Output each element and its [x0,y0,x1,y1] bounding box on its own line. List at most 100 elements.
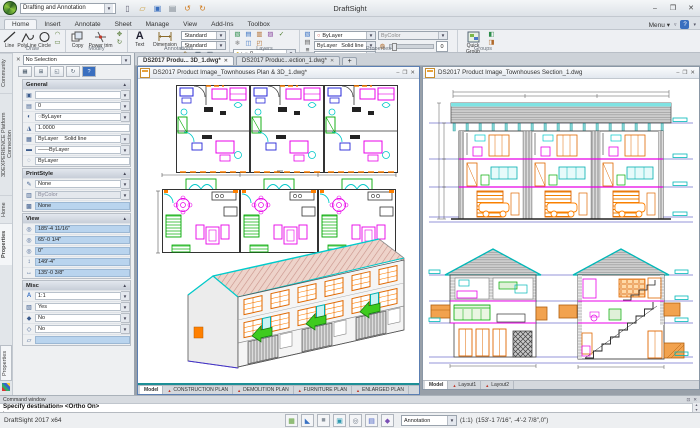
prop-row-linestyle[interactable]: ▦ByLayerSolid line▼ [23,133,130,144]
plan3d-drawing-canvas[interactable] [138,79,419,383]
tab-insert[interactable]: Insert [37,20,67,29]
chevron-down-icon[interactable]: ▾ [693,22,696,28]
window-maximize-icon[interactable]: ❒ [402,70,407,76]
workspace-selector[interactable]: Drafting and Annotation ▼ [20,3,116,14]
maximize-button[interactable]: ❒ [664,2,682,15]
snap-toggle-icon[interactable] [285,414,298,427]
window-close-icon[interactable]: ✕ [410,70,415,76]
section-misc-header[interactable]: Misc▲ [23,281,130,290]
prop-row-printcolor[interactable]: ▥ByColor▼ [23,189,130,200]
arc-tool-icon[interactable]: ◠ [53,31,62,39]
sidebar-tab-home[interactable]: Home [0,195,12,223]
sidebar-tab-properties[interactable]: Properties [0,223,12,265]
sheet-tab-model[interactable]: Model [425,381,448,389]
redo-icon[interactable] [196,2,209,15]
tab-annotate[interactable]: Annotate [68,20,108,29]
layer-manager-icon[interactable]: ▧ [233,31,242,39]
doc-tab-section[interactable]: DS2017 Produc...ection_1.dwg*✕ [236,56,340,65]
menu-button[interactable]: Menu ▾ [649,21,670,29]
line-color-dropdown[interactable]: ○ ByLayer ▼ [314,31,376,40]
section-drawing-canvas[interactable] [423,79,699,380]
sheet-tab-furniture-plan[interactable]: ▲FURNITURE PLAN [294,386,352,394]
section-window-titlebar[interactable]: DS2017 Product Image_Townhouses Section_… [423,67,699,79]
save-icon[interactable] [151,2,164,15]
minimize-button[interactable]: – [646,2,664,15]
section-printstyle-header[interactable]: PrintStyle▲ [23,169,130,178]
window-close-icon[interactable]: ✕ [690,70,695,76]
sidebar-tab-community[interactable]: Community [0,53,12,93]
move-tool-icon[interactable]: ✥ [115,31,124,39]
doc-tab-plan3d[interactable]: DS2017 Produ... 3D_1.dwg*✕ [137,56,234,65]
undo-icon[interactable] [181,2,194,15]
tab-home[interactable]: Home [4,19,37,29]
layer-check-icon[interactable]: ✓ [277,31,286,39]
select-all-icon[interactable]: ◱ [50,66,64,77]
new-file-icon[interactable] [121,2,134,15]
tab-manage[interactable]: Manage [139,20,177,29]
prop-row-ucs-origin[interactable]: ◆No▼ [23,312,130,323]
prop-row-color[interactable]: ▣▼ [23,89,130,100]
prop-row-lineweight[interactable]: ▬—— ByLayer▼ [23,144,130,155]
ucs-icon: ▧ [23,304,35,311]
select-entities-icon[interactable]: ▦ [18,66,32,77]
layer-states-icon[interactable]: ▥ [255,31,264,39]
plan3d-window-titlebar[interactable]: DS2017 Product Image_Townhouses Plan & 3… [138,67,419,79]
prop-row-ucs-icon-on[interactable]: ▧Yes▼ [23,301,130,312]
palette-close-icon[interactable]: ✕ [16,57,21,63]
window-minimize-icon[interactable]: – [676,70,679,76]
ortho-toggle-icon[interactable] [317,414,330,427]
close-icon[interactable]: ✕ [693,397,697,403]
tab-view[interactable]: View [176,20,204,29]
grid-toggle-icon[interactable] [301,414,314,427]
prop-row-linecolor[interactable]: ◐○ ByLayer▼ [23,111,130,122]
tab-addins[interactable]: Add-Ins [204,20,240,29]
close-button[interactable]: ✕ [682,2,700,15]
sheet-tab-model[interactable]: Model [140,386,163,394]
properties-painter-icon[interactable]: ▧ [303,31,312,39]
section-general-header[interactable]: General▲ [23,80,130,89]
print-style-dropdown[interactable]: ByColor ▼ [378,31,448,40]
refresh-icon[interactable]: ↻ [66,66,80,77]
sheet-tab-demolition-plan[interactable]: ▲DEMOLITION PLAN [233,386,294,394]
command-window-header[interactable]: Command window ⊡ ✕ [0,396,700,404]
ribbon-collapse-icon[interactable]: ▿ [674,22,677,28]
prop-row-transparency[interactable]: ◌ByLayer [23,155,130,166]
prop-row-printtable[interactable]: ▩None [23,200,130,211]
print-icon[interactable] [166,2,179,15]
sidebar-tab-3dexperience[interactable]: 3DEXPERIENCE Platform Connection [0,93,12,195]
palette-tab-properties[interactable]: Properties [0,345,12,381]
tab-sheet[interactable]: Sheet [108,20,139,29]
prop-row-center-y: ◎65'-0 1/4" [23,234,130,245]
layer-preview-icon[interactable]: ▤ [244,31,253,39]
edit-group-icon[interactable]: ◧ [487,31,496,39]
help-icon[interactable]: ? [82,66,96,77]
window-maximize-icon[interactable]: ❒ [682,70,687,76]
prop-row-printstyle[interactable]: ✎None▼ [23,178,130,189]
text-style-dropdown[interactable]: Standard ▼ [181,31,226,40]
close-icon[interactable]: ✕ [224,58,228,64]
esnap-toggle-icon[interactable] [349,414,362,427]
etrack-toggle-icon[interactable] [365,414,378,427]
sheet-tab-layout2[interactable]: ▲Layout2 [481,381,514,389]
undock-icon[interactable]: ⊡ [686,397,690,403]
polar-toggle-icon[interactable] [333,414,346,427]
sheet-tab-layout1[interactable]: ▲Layout1 [448,381,481,389]
close-icon[interactable]: ✕ [330,58,334,64]
prop-row-annotation-scale[interactable]: A1:1▼ [23,290,130,301]
sheet-tab-enlarged-plan[interactable]: ▲ENLARGED PLAN [352,386,409,394]
tab-toolbox[interactable]: Toolbox [241,20,277,29]
help-icon[interactable]: ? [680,20,689,29]
section-view-header[interactable]: View▲ [23,214,130,223]
new-document-tab-button[interactable]: + [342,57,357,65]
open-file-icon[interactable] [136,2,149,15]
prop-row-layer[interactable]: ▤0▼ [23,100,130,111]
prop-row-ucs-per-view[interactable]: ◇No▼ [23,323,130,334]
sheet-tab-construction-plan[interactable]: ▲CONSTRUCTION PLAN [163,386,233,394]
selection-dropdown[interactable]: No Selection ▼ [23,55,131,65]
lineweight-toggle-icon[interactable] [381,414,394,427]
layer-tools-icon[interactable]: ▨ [266,31,275,39]
prop-row-linescale[interactable]: ◮1.0000 [23,122,130,133]
window-minimize-icon[interactable]: – [396,70,399,76]
annotation-scale-dropdown[interactable]: Annotation ▼ [401,415,457,426]
quick-select-icon[interactable]: ⊞ [34,66,48,77]
